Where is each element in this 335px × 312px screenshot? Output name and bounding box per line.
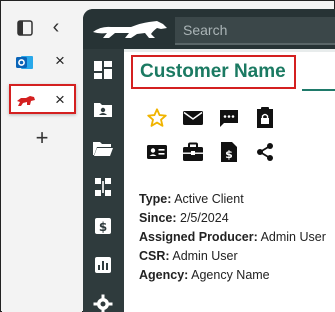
detail-since-label: Since: — [139, 211, 177, 225]
detail-assigned-producer-label: Assigned Producer: — [139, 230, 258, 244]
sidebar-toggle-icon[interactable] — [15, 19, 35, 37]
vertical-tab-strip: ‹ × × + — [2, 2, 82, 312]
email-icon[interactable] — [182, 107, 204, 129]
detail-assigned-producer-value: Admin User — [260, 230, 326, 244]
outlook-icon — [16, 54, 34, 71]
customer-actions: $ — [146, 107, 296, 175]
app-top-bar: Search — [83, 9, 335, 49]
detail-assigned-producer: Assigned Producer: Admin User — [139, 229, 329, 246]
detail-agency: Agency: Agency Name — [139, 267, 329, 284]
nav-rail: $ — [83, 49, 123, 312]
new-tab-plus-icon[interactable]: + — [32, 125, 52, 150]
detail-since-value: 2/5/2024 — [180, 211, 229, 225]
close-tab-customer-icon[interactable]: × — [50, 90, 70, 110]
tab-customer[interactable]: × — [9, 84, 76, 114]
locked-document-icon[interactable] — [254, 107, 276, 129]
message-icon[interactable] — [218, 107, 240, 129]
detail-since: Since: 2/5/2024 — [139, 210, 329, 227]
star-icon[interactable] — [146, 107, 168, 129]
close-tab-outlook-icon[interactable]: × — [50, 51, 70, 71]
svg-text:$: $ — [99, 220, 107, 234]
invoice-icon[interactable]: $ — [218, 141, 240, 163]
detail-type-label: Type: — [139, 192, 172, 206]
detail-type-value: Active Client — [174, 192, 244, 206]
app-window: Search $ Customer Name $ Type: Active Cl… — [83, 9, 335, 312]
panther-logo-icon[interactable] — [91, 16, 169, 42]
customer-details: Type: Active Client Since: 2/5/2024 Assi… — [139, 191, 329, 286]
svg-text:$: $ — [225, 148, 233, 161]
briefcase-icon[interactable] — [182, 141, 204, 163]
panel-top-border — [124, 49, 335, 52]
panel-accent-line — [302, 89, 335, 91]
reports-icon[interactable] — [92, 254, 114, 276]
share-icon[interactable] — [254, 141, 276, 163]
search-input[interactable]: Search — [175, 17, 335, 45]
detail-csr-value: Admin User — [172, 249, 238, 263]
org-chart-icon[interactable] — [92, 176, 114, 198]
dashboard-icon[interactable] — [92, 59, 114, 81]
detail-agency-label: Agency: — [139, 268, 189, 282]
detail-csr-label: CSR: — [139, 249, 170, 263]
contact-card-folder-icon[interactable] — [92, 98, 114, 120]
customer-panel: Customer Name $ Type: Active Client Sinc… — [124, 49, 335, 312]
window-frame: ‹ × × + Search $ Customer Name $ Type: A… — [0, 0, 335, 312]
billing-icon[interactable]: $ — [92, 215, 114, 237]
id-card-icon[interactable] — [146, 141, 168, 163]
detail-agency-value: Agency Name — [191, 268, 270, 282]
page-title: Customer Name — [140, 61, 286, 82]
collapse-chevron-icon[interactable]: ‹ — [46, 16, 66, 38]
settings-icon[interactable] — [92, 293, 114, 312]
panther-logo-icon — [16, 92, 35, 109]
folder-icon[interactable] — [92, 137, 114, 159]
detail-csr: CSR: Admin User — [139, 248, 329, 265]
detail-type: Type: Active Client — [139, 191, 329, 208]
customer-title-box: Customer Name — [131, 55, 296, 89]
tab-outlook[interactable]: × — [10, 49, 74, 75]
